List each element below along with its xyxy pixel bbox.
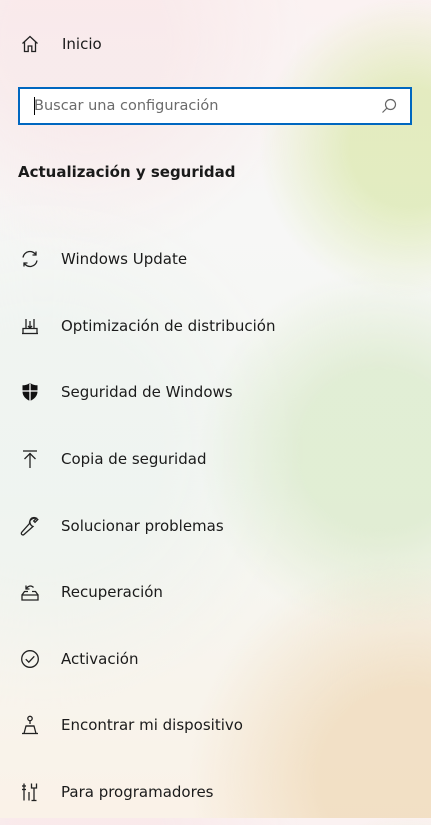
nav-item-label: Optimización de distribución [61,316,276,335]
nav-item-troubleshoot[interactable]: Solucionar problemas [0,492,431,559]
nav-item-for-developers[interactable]: Para programadores [0,759,431,825]
search-input[interactable] [20,89,380,123]
recovery-icon [18,580,42,604]
text-caret [34,97,35,115]
shield-icon [18,380,42,404]
developer-tools-icon [18,780,42,804]
nav-item-recovery[interactable]: Recuperación [0,559,431,626]
nav-item-windows-update[interactable]: Windows Update [0,226,431,293]
check-circle-icon [18,647,42,671]
nav-item-label: Windows Update [61,250,188,269]
section-title: Actualización y seguridad [18,163,236,181]
wrench-icon [18,514,42,538]
nav-item-label: Activación [61,649,139,668]
nav-item-backup[interactable]: Copia de seguridad [0,426,431,493]
nav-item-label: Recuperación [61,583,163,602]
home-icon [19,33,41,55]
search-icon[interactable] [380,97,398,115]
nav-item-find-my-device[interactable]: Encontrar mi dispositivo [0,692,431,759]
nav-item-label: Para programadores [61,783,214,802]
nav-item-label: Seguridad de Windows [61,383,233,402]
nav-item-label: Solucionar problemas [61,516,224,535]
home-label: Inicio [62,35,102,53]
home-link[interactable]: Inicio [19,31,102,57]
delivery-optimization-icon [18,314,42,338]
find-device-icon [18,713,42,737]
nav-item-label: Copia de seguridad [61,450,207,469]
nav-item-label: Encontrar mi dispositivo [61,716,243,735]
nav-item-activation[interactable]: Activación [0,626,431,693]
sidebar-nav: Windows Update Optimización de distribuc… [0,226,431,825]
backup-upload-icon [18,447,42,471]
search-box[interactable] [18,87,412,125]
nav-item-delivery-optimization[interactable]: Optimización de distribución [0,293,431,360]
nav-item-windows-security[interactable]: Seguridad de Windows [0,359,431,426]
sync-icon [18,247,42,271]
